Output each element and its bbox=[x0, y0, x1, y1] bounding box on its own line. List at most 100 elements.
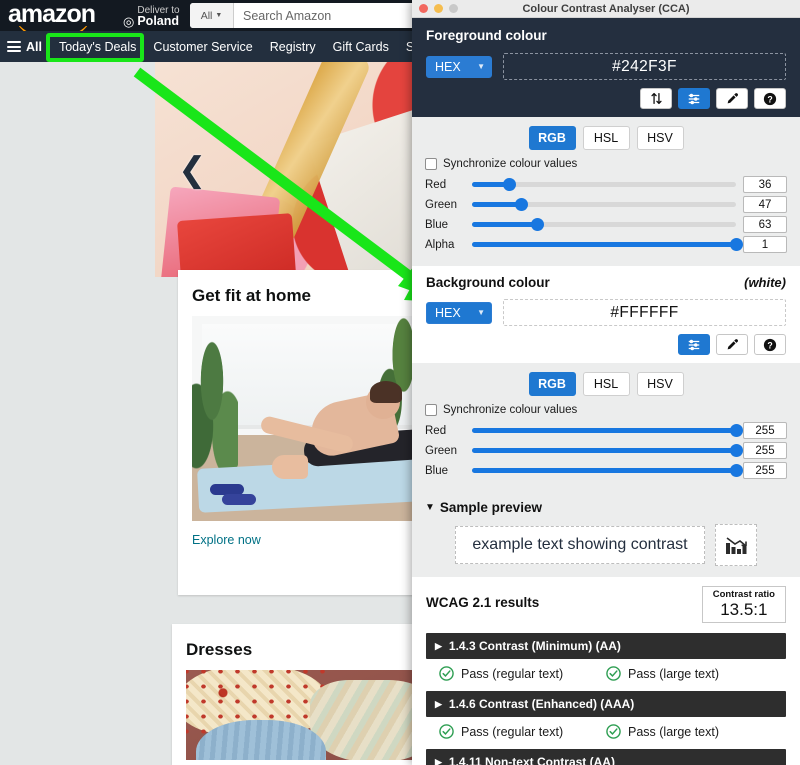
contrast-ratio-value: 13.5:1 bbox=[720, 600, 768, 619]
result-text: Pass (regular text) bbox=[461, 666, 564, 681]
background-heading: Background colour bbox=[426, 275, 550, 290]
svg-text:?: ? bbox=[767, 94, 772, 104]
nav-item-gift-cards[interactable]: Gift Cards bbox=[333, 40, 389, 54]
window-title-bar: Colour Contrast Analyser (CCA) bbox=[412, 0, 800, 18]
carousel-prev-arrow-icon[interactable]: ❮ bbox=[178, 150, 207, 190]
wcag-results-heading: WCAG 2.1 results bbox=[426, 595, 540, 610]
slider-label-blue: Blue bbox=[425, 464, 449, 477]
foreground-alpha-slider-row: Alpha 1 bbox=[425, 236, 787, 253]
card-get-fit-at-home[interactable]: Get fit at home Explore now bbox=[178, 270, 438, 595]
result-item: Pass (large text) bbox=[606, 724, 719, 739]
svg-text:?: ? bbox=[767, 340, 772, 350]
chart-icon[interactable] bbox=[714, 524, 757, 566]
background-format-dropdown[interactable]: HEX ▼ bbox=[426, 301, 492, 324]
foreground-sync-checkbox-row[interactable]: Synchronize colour values bbox=[425, 158, 787, 170]
search-input[interactable]: Search Amazon bbox=[234, 9, 331, 23]
criterion-1411-header[interactable]: ▶ 1.4.11 Non-text Contrast (AA) bbox=[426, 749, 786, 765]
slider-red[interactable] bbox=[472, 178, 736, 192]
tab-hsv[interactable]: HSV bbox=[636, 372, 684, 396]
wcag-results-panel: WCAG 2.1 results Contrast ratio 13.5:1 ▶… bbox=[412, 577, 800, 765]
background-tool-buttons: ? bbox=[426, 334, 786, 355]
criterion-143-header[interactable]: ▶ 1.4.3 Contrast (Minimum) (AA) bbox=[426, 633, 786, 659]
slider-value-green[interactable]: 255 bbox=[743, 442, 787, 459]
card-image bbox=[186, 670, 426, 760]
slider-label-blue: Blue bbox=[425, 218, 449, 231]
foreground-red-slider-row: Red 36 bbox=[425, 176, 787, 193]
nav-item-customer-service[interactable]: Customer Service bbox=[153, 40, 252, 54]
sample-preview-label: Sample preview bbox=[439, 500, 542, 515]
result-item: Pass (large text) bbox=[606, 666, 719, 681]
pass-check-icon bbox=[439, 724, 454, 739]
slider-value-red[interactable]: 255 bbox=[743, 422, 787, 439]
foreground-mode-tabs: RGB HSL HSV bbox=[425, 126, 787, 150]
foreground-hex-input[interactable]: #242F3F bbox=[503, 53, 786, 80]
search-category-dropdown[interactable]: All ▼ bbox=[190, 3, 234, 28]
card-link-explore-now[interactable]: Explore now bbox=[178, 521, 438, 547]
chevron-down-icon: ▼ bbox=[477, 62, 485, 71]
nav-item-registry[interactable]: Registry bbox=[270, 40, 316, 54]
sliders-icon[interactable] bbox=[678, 88, 710, 109]
foreground-format-dropdown[interactable]: HEX ▼ bbox=[426, 55, 492, 78]
disclosure-triangle-right-icon: ▶ bbox=[435, 698, 442, 709]
foreground-sync-label: Synchronize colour values bbox=[443, 158, 578, 170]
criterion-143-label: 1.4.3 Contrast (Minimum) (AA) bbox=[448, 639, 621, 653]
card-title: Dresses bbox=[186, 640, 253, 659]
result-text: Pass (large text) bbox=[628, 666, 720, 681]
background-sync-checkbox-row[interactable]: Synchronize colour values bbox=[425, 404, 787, 416]
tab-rgb[interactable]: RGB bbox=[528, 126, 576, 150]
slider-blue[interactable] bbox=[472, 218, 736, 232]
contrast-ratio-box: Contrast ratio 13.5:1 bbox=[701, 586, 786, 623]
window-title: Colour Contrast Analyser (CCA) bbox=[522, 2, 690, 15]
disclosure-triangle-right-icon: ▶ bbox=[435, 756, 442, 765]
sample-preview-panel: ▼ Sample preview example text showing co… bbox=[412, 492, 800, 577]
slider-value-blue[interactable]: 255 bbox=[743, 462, 787, 479]
slider-value-alpha[interactable]: 1 bbox=[743, 236, 787, 253]
eyedropper-icon[interactable] bbox=[716, 88, 748, 109]
nav-item-todays-deals[interactable]: Today's Deals bbox=[59, 40, 136, 54]
slider-label-green: Green bbox=[425, 444, 457, 457]
deliver-to-country: Poland bbox=[137, 13, 180, 28]
foreground-blue-slider-row: Blue 63 bbox=[425, 216, 787, 233]
chevron-down-icon: ▼ bbox=[477, 308, 485, 317]
location-pin-icon: ◎ bbox=[123, 13, 135, 29]
tab-rgb[interactable]: RGB bbox=[528, 372, 576, 396]
hamburger-icon bbox=[7, 39, 21, 55]
checkbox-icon[interactable] bbox=[425, 404, 437, 416]
criterion-143-results: Pass (regular text) Pass (large text) bbox=[426, 666, 786, 681]
criterion-146-label: 1.4.6 Contrast (Enhanced) (AAA) bbox=[448, 697, 635, 711]
criterion-146-header[interactable]: ▶ 1.4.6 Contrast (Enhanced) (AAA) bbox=[426, 691, 786, 717]
swap-colours-icon[interactable] bbox=[640, 88, 672, 109]
background-green-slider-row: Green 255 bbox=[425, 442, 787, 459]
foreground-rgb-panel: RGB HSL HSV Synchronize colour values Re… bbox=[412, 117, 800, 266]
sample-preview-header[interactable]: ▼ Sample preview bbox=[425, 500, 787, 515]
deliver-to-selector[interactable]: ◎ Deliver to Poland bbox=[123, 5, 180, 29]
slider-value-blue[interactable]: 63 bbox=[743, 216, 787, 233]
nav-all-label: All bbox=[26, 39, 42, 54]
tab-hsl[interactable]: HSL bbox=[582, 126, 630, 150]
slider-green[interactable] bbox=[472, 444, 743, 458]
amazon-logo[interactable]: amazon bbox=[0, 1, 105, 26]
nav-all-menu[interactable]: All bbox=[7, 39, 42, 55]
slider-label-red: Red bbox=[425, 424, 447, 437]
foreground-colour-panel: Foreground colour HEX ▼ #242F3F ? bbox=[412, 18, 800, 117]
result-text: Pass (large text) bbox=[628, 724, 720, 739]
slider-alpha[interactable] bbox=[472, 238, 743, 252]
card-dresses[interactable]: Dresses bbox=[172, 624, 440, 765]
slider-red[interactable] bbox=[472, 424, 743, 438]
criterion-1411-label: 1.4.11 Non-text Contrast (AA) bbox=[448, 755, 615, 765]
background-blue-slider-row: Blue 255 bbox=[425, 462, 787, 479]
slider-blue[interactable] bbox=[472, 464, 743, 478]
slider-green[interactable] bbox=[472, 198, 736, 212]
background-hex-input[interactable]: #FFFFFF bbox=[503, 299, 786, 326]
tab-hsl[interactable]: HSL bbox=[582, 372, 630, 396]
card-title: Get fit at home bbox=[192, 286, 312, 305]
help-icon[interactable]: ? bbox=[754, 88, 786, 109]
slider-value-green[interactable]: 47 bbox=[743, 196, 787, 213]
eyedropper-icon[interactable] bbox=[716, 334, 748, 355]
checkbox-icon[interactable] bbox=[425, 158, 437, 170]
foreground-heading: Foreground colour bbox=[426, 28, 547, 43]
sliders-icon[interactable] bbox=[678, 334, 710, 355]
tab-hsv[interactable]: HSV bbox=[636, 126, 684, 150]
help-icon[interactable]: ? bbox=[754, 334, 786, 355]
slider-value-red[interactable]: 36 bbox=[743, 176, 787, 193]
